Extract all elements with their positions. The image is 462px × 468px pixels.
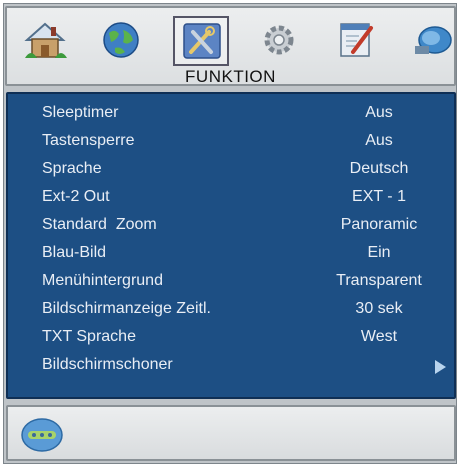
menu-item-blau-bild[interactable]: Blau-Bild Ein (8, 241, 454, 267)
category-icon-bar (17, 16, 452, 66)
menu-title: FUNKTION (185, 67, 276, 86)
category-header: FUNKTION (5, 6, 456, 86)
menu-item-label: Bildschirmschoner (42, 356, 173, 373)
remote-control-icon (21, 418, 63, 452)
menu-item-label: Tastensperre (42, 132, 135, 149)
menu-item-label: Sprache (42, 160, 102, 177)
menu-item-value: Aus (365, 132, 393, 149)
menu-item-value: Aus (365, 104, 393, 121)
menu-item-label: Sleeptimer (42, 104, 119, 121)
menu-item-label: Standard Zoom (42, 216, 157, 233)
menu-item-label: Ext-2 Out (42, 188, 110, 205)
notepad-icon (340, 23, 373, 57)
menu-item-value: Deutsch (349, 160, 409, 177)
category-settings[interactable] (251, 16, 307, 66)
menu-item-sleeptimer[interactable]: Sleeptimer Aus (8, 101, 454, 127)
satellite-icon (415, 26, 452, 54)
menu-item-label: Bildschirmanzeige Zeitl. (42, 300, 211, 317)
menu-item-label: Menühintergrund (42, 272, 163, 289)
menu-item-txt-sprache[interactable]: TXT Sprache West (8, 325, 454, 351)
submenu-arrow-icon[interactable] (435, 360, 446, 374)
category-home[interactable] (17, 16, 73, 66)
menu-item-bildschirmanzeige-zeit[interactable]: Bildschirmanzeige Zeitl. 30 sek (8, 297, 454, 323)
function-menu: Sleeptimer Aus Tastensperre Aus Sprache … (6, 92, 456, 399)
status-bar (6, 405, 456, 461)
home-icon (24, 22, 67, 58)
globe-icon (103, 22, 139, 58)
category-satellite[interactable] (405, 16, 461, 66)
menu-item-label: TXT Sprache (42, 328, 136, 345)
menu-item-value: Ein (367, 244, 391, 261)
menu-item-value: 30 sek (355, 300, 403, 317)
menu-item-value: West (360, 328, 398, 345)
settings-gear-icon (264, 25, 294, 55)
category-notes[interactable] (329, 16, 385, 66)
tools-icon (183, 23, 221, 59)
menu-item-sprache[interactable]: Sprache Deutsch (8, 157, 454, 183)
menu-item-ext2-out[interactable]: Ext-2 Out EXT - 1 (8, 185, 454, 211)
menu-item-standard-zoom[interactable]: Standard Zoom Panoramic (8, 213, 454, 239)
menu-item-tastensperre[interactable]: Tastensperre Aus (8, 129, 454, 155)
menu-item-value: Panoramic (340, 216, 418, 233)
category-globe[interactable] (93, 16, 149, 66)
menu-item-value: EXT - 1 (352, 188, 406, 205)
menu-item-bildschirmschoner[interactable]: Bildschirmschoner (8, 353, 454, 379)
menu-item-label: Blau-Bild (42, 244, 107, 261)
menu-item-menuehintergrund[interactable]: Menühintergrund Transparent (8, 269, 454, 295)
menu-item-value: Transparent (336, 272, 422, 289)
category-tools[interactable] (173, 16, 229, 66)
